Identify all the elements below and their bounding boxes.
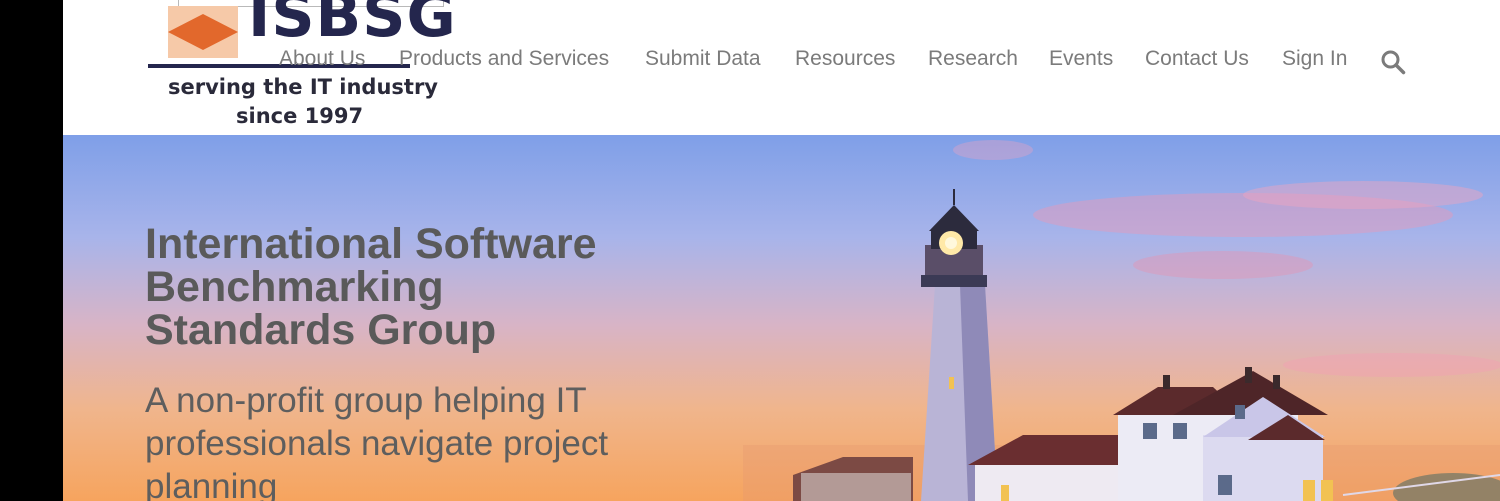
- logo-wordmark: ISBSG: [248, 0, 457, 51]
- nav-item-about-us[interactable]: About Us: [279, 47, 365, 71]
- nav-item-sign-in[interactable]: Sign In: [1282, 47, 1347, 71]
- nav-item-submit-data[interactable]: Submit Data: [645, 47, 761, 71]
- logo-tagline-2: since 1997: [236, 104, 364, 128]
- nav-item-resources[interactable]: Resources: [795, 47, 895, 71]
- nav-item-products-and-services[interactable]: Products and Services: [399, 47, 609, 71]
- hero-subtitle: A non-profit group helping IT profession…: [145, 381, 609, 501]
- page: ISBSG serving the IT industry since 1997…: [63, 0, 1500, 501]
- nav-item-contact-us[interactable]: Contact Us: [1145, 47, 1249, 71]
- main-nav: About Us Products and Services Submit Da…: [63, 47, 1500, 77]
- nav-item-events[interactable]: Events: [1049, 47, 1113, 71]
- search-icon[interactable]: [1380, 49, 1406, 75]
- nav-item-research[interactable]: Research: [928, 47, 1018, 71]
- hero-title: International Software Benchmarking Stan…: [145, 220, 597, 354]
- logo-tagline-1: serving the IT industry: [168, 75, 438, 99]
- hero-banner: International Software Benchmarking Stan…: [63, 135, 1500, 501]
- site-header: ISBSG serving the IT industry since 1997…: [63, 0, 1500, 135]
